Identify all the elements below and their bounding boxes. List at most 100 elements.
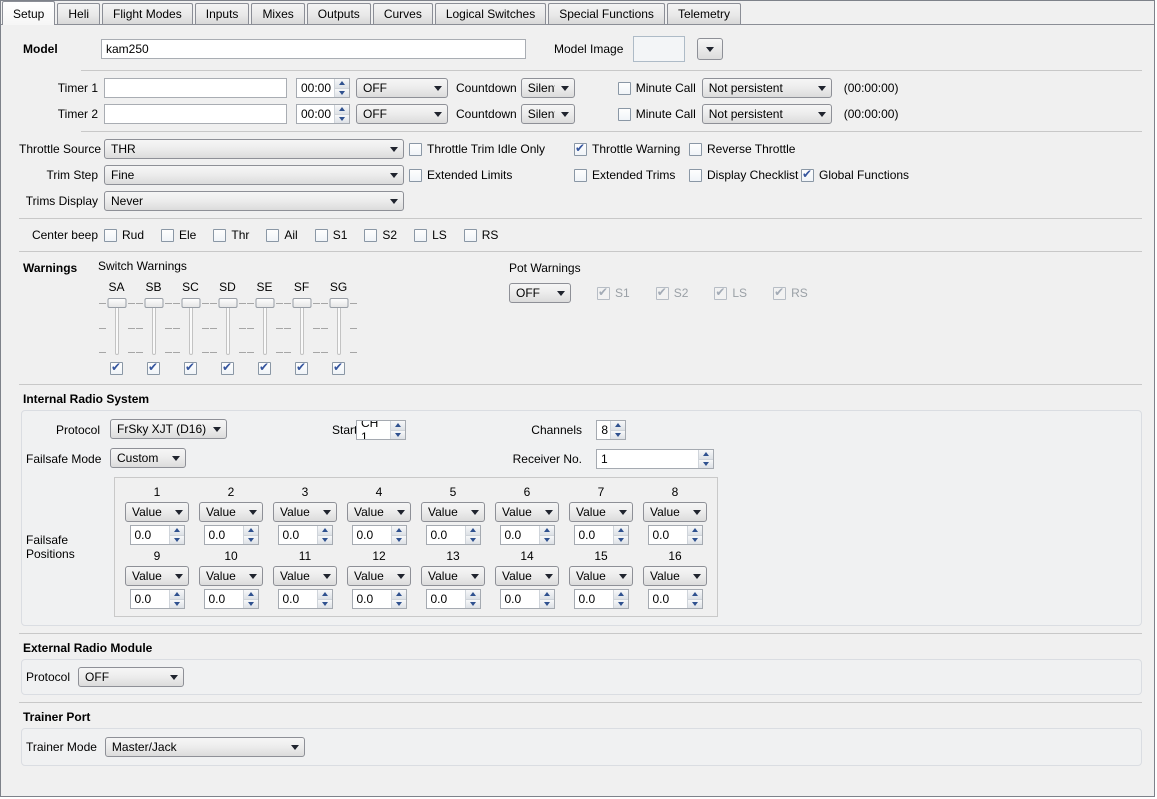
extended-trims-checkbox[interactable] — [574, 169, 587, 182]
spin-up-icon[interactable] — [335, 79, 349, 88]
spin-up-icon[interactable] — [170, 526, 184, 535]
reverse-throttle-checkbox[interactable] — [689, 143, 702, 156]
center-beep-checkbox[interactable] — [213, 229, 226, 242]
failsafe-channel-mode-select[interactable]: Value — [347, 502, 411, 522]
spin-up-icon[interactable] — [611, 421, 625, 430]
channels-spinner[interactable]: 8 — [596, 420, 626, 440]
pot-warnings-mode-select[interactable]: OFF — [509, 283, 571, 303]
spin-up-icon[interactable] — [318, 590, 332, 599]
center-beep-checkbox[interactable] — [464, 229, 477, 242]
switch-warning-checkbox[interactable] — [221, 362, 234, 375]
failsafe-channel-mode-select[interactable]: Value — [643, 502, 707, 522]
tab-curves[interactable]: Curves — [373, 3, 433, 24]
failsafe-channel-value-spinner[interactable]: 0.0 — [352, 589, 407, 609]
center-beep-checkbox[interactable] — [414, 229, 427, 242]
tab-heli[interactable]: Heli — [57, 3, 100, 24]
tab-mixes[interactable]: Mixes — [251, 3, 304, 24]
switch-warning-checkbox[interactable] — [258, 362, 271, 375]
start-channel-spinner[interactable]: CH 1 — [356, 420, 406, 440]
tab-logical-switches[interactable]: Logical Switches — [435, 3, 546, 24]
spin-down-icon[interactable] — [170, 535, 184, 545]
spin-down-icon[interactable] — [688, 599, 702, 609]
timer-countdown-select[interactable]: Silent — [521, 78, 575, 98]
spin-down-icon[interactable] — [318, 599, 332, 609]
timer-time-spinner[interactable]: 00:00 — [296, 104, 350, 124]
switch-position-slider[interactable] — [287, 298, 317, 355]
switch-warning-checkbox[interactable] — [184, 362, 197, 375]
failsafe-channel-mode-select[interactable]: Value — [495, 502, 559, 522]
throttle-trim-idle-checkbox[interactable] — [409, 143, 422, 156]
spin-up-icon[interactable] — [392, 590, 406, 599]
spin-up-icon[interactable] — [540, 526, 554, 535]
external-protocol-select[interactable]: OFF — [78, 667, 184, 687]
tab-setup[interactable]: Setup — [2, 1, 55, 25]
switch-position-slider[interactable] — [250, 298, 280, 355]
switch-warning-checkbox[interactable] — [332, 362, 345, 375]
spin-down-icon[interactable] — [244, 599, 258, 609]
failsafe-channel-value-spinner[interactable]: 0.0 — [648, 525, 703, 545]
slider-handle[interactable] — [181, 298, 200, 308]
switch-warning-checkbox[interactable] — [110, 362, 123, 375]
center-beep-checkbox[interactable] — [364, 229, 377, 242]
failsafe-channel-value-spinner[interactable]: 0.0 — [278, 589, 333, 609]
trim-step-select[interactable]: Fine — [104, 165, 404, 185]
timer-countdown-select[interactable]: Silent — [521, 104, 575, 124]
failsafe-channel-value-spinner[interactable]: 0.0 — [130, 525, 185, 545]
failsafe-channel-mode-select[interactable]: Value — [495, 566, 559, 586]
failsafe-channel-value-spinner[interactable]: 0.0 — [574, 589, 629, 609]
switch-warning-checkbox[interactable] — [295, 362, 308, 375]
trims-display-select[interactable]: Never — [104, 191, 404, 211]
slider-handle[interactable] — [255, 298, 274, 308]
spin-down-icon[interactable] — [611, 430, 625, 440]
spin-down-icon[interactable] — [614, 599, 628, 609]
spin-up-icon[interactable] — [335, 105, 349, 114]
minute-call-checkbox[interactable] — [618, 108, 631, 121]
timer-name-input[interactable] — [104, 104, 287, 124]
failsafe-mode-select[interactable]: Custom — [110, 448, 186, 468]
switch-position-slider[interactable] — [176, 298, 206, 355]
spin-down-icon[interactable] — [466, 599, 480, 609]
spin-down-icon[interactable] — [699, 459, 713, 469]
failsafe-channel-value-spinner[interactable]: 0.0 — [426, 525, 481, 545]
spin-down-icon[interactable] — [244, 535, 258, 545]
timer-persistence-select[interactable]: Not persistent — [702, 104, 832, 124]
failsafe-channel-value-spinner[interactable]: 0.0 — [648, 589, 703, 609]
slider-handle[interactable] — [329, 298, 348, 308]
spin-up-icon[interactable] — [699, 450, 713, 459]
spin-up-icon[interactable] — [614, 526, 628, 535]
slider-handle[interactable] — [292, 298, 311, 308]
spin-down-icon[interactable] — [391, 430, 405, 440]
spin-up-icon[interactable] — [540, 590, 554, 599]
spin-down-icon[interactable] — [688, 535, 702, 545]
failsafe-channel-mode-select[interactable]: Value — [421, 502, 485, 522]
spin-down-icon[interactable] — [540, 535, 554, 545]
failsafe-channel-value-spinner[interactable]: 0.0 — [204, 589, 259, 609]
spin-up-icon[interactable] — [318, 526, 332, 535]
failsafe-channel-mode-select[interactable]: Value — [199, 566, 263, 586]
timer-mode-select[interactable]: OFF — [356, 104, 448, 124]
model-image-dropdown-button[interactable] — [697, 38, 723, 60]
failsafe-channel-value-spinner[interactable]: 0.0 — [278, 525, 333, 545]
throttle-warning-checkbox[interactable] — [574, 143, 587, 156]
tab-outputs[interactable]: Outputs — [307, 3, 371, 24]
spin-up-icon[interactable] — [391, 421, 405, 430]
switch-position-slider[interactable] — [139, 298, 169, 355]
spin-up-icon[interactable] — [688, 526, 702, 535]
failsafe-channel-mode-select[interactable]: Value — [273, 566, 337, 586]
spin-up-icon[interactable] — [688, 590, 702, 599]
failsafe-channel-value-spinner[interactable]: 0.0 — [574, 525, 629, 545]
failsafe-channel-mode-select[interactable]: Value — [125, 566, 189, 586]
spin-up-icon[interactable] — [244, 590, 258, 599]
spin-down-icon[interactable] — [466, 535, 480, 545]
spin-up-icon[interactable] — [466, 526, 480, 535]
receiver-number-spinner[interactable]: 1 — [596, 449, 714, 469]
spin-up-icon[interactable] — [244, 526, 258, 535]
failsafe-channel-value-spinner[interactable]: 0.0 — [426, 589, 481, 609]
slider-handle[interactable] — [107, 298, 126, 308]
switch-position-slider[interactable] — [213, 298, 243, 355]
tab-telemetry[interactable]: Telemetry — [667, 3, 741, 24]
failsafe-channel-mode-select[interactable]: Value — [643, 566, 707, 586]
failsafe-channel-mode-select[interactable]: Value — [347, 566, 411, 586]
spin-down-icon[interactable] — [335, 88, 349, 98]
tab-flight-modes[interactable]: Flight Modes — [102, 3, 193, 24]
